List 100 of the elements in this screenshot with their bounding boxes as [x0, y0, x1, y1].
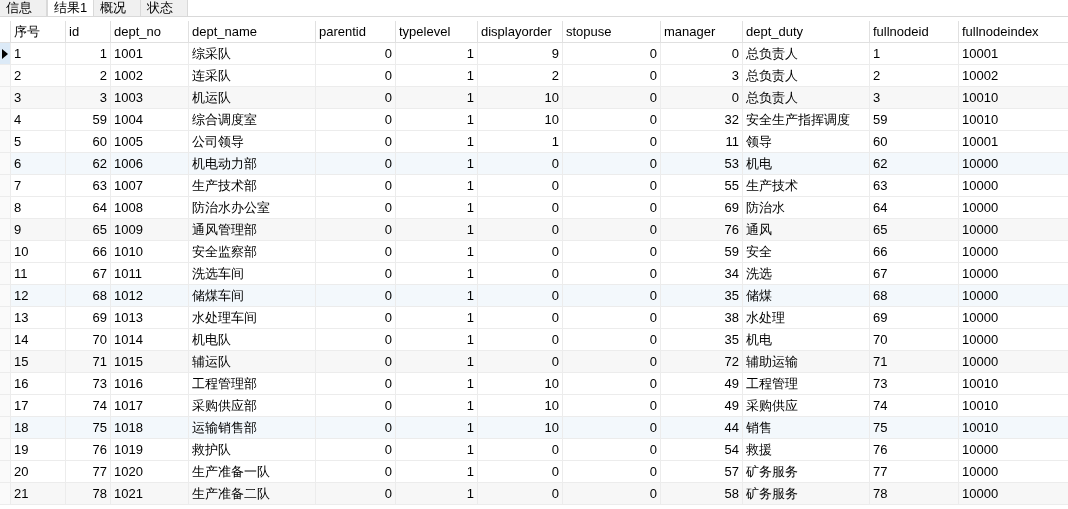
table-cell: 0	[315, 43, 395, 65]
table-cell: 54	[660, 439, 742, 461]
tab[interactable]: 概况	[94, 0, 142, 16]
table-cell: 0	[315, 483, 395, 505]
table-cell: 10000	[958, 219, 1068, 241]
table-cell: 生产技术	[742, 175, 869, 197]
table-cell: 0	[315, 417, 395, 439]
table-cell: 57	[660, 461, 742, 483]
table-cell: 1014	[110, 329, 188, 351]
table-cell: 0	[562, 351, 660, 373]
table-cell: 机电队	[188, 329, 315, 351]
table-cell: 2	[869, 65, 958, 87]
table-cell: 65	[65, 219, 110, 241]
table-cell: 0	[477, 219, 562, 241]
table-cell: 0	[562, 461, 660, 483]
table-cell: 水处理车间	[188, 307, 315, 329]
table-cell: 10000	[958, 307, 1068, 329]
table-cell: 58	[660, 483, 742, 505]
tab[interactable]: 状态	[141, 0, 189, 16]
table-cell: 1	[395, 263, 477, 285]
table-cell: 0	[315, 329, 395, 351]
table-cell: 0	[477, 153, 562, 175]
table-cell: 总负责人	[742, 87, 869, 109]
table-cell: 10	[477, 373, 562, 395]
table-cell: 10	[477, 395, 562, 417]
table-cell: 1001	[110, 43, 188, 65]
table-cell: 0	[660, 87, 742, 109]
table-cell: 1021	[110, 483, 188, 505]
tab[interactable]: 信息	[0, 0, 47, 16]
table-cell: 0	[477, 175, 562, 197]
table-cell: 1003	[110, 87, 188, 109]
table-cell: 辅助运输	[742, 351, 869, 373]
table-cell: 0	[562, 43, 660, 65]
table-cell: 16	[10, 373, 65, 395]
table-cell: 0	[562, 483, 660, 505]
table-cell: 连采队	[188, 65, 315, 87]
table-cell: 73	[869, 373, 958, 395]
table-cell: 1020	[110, 461, 188, 483]
table-cell: 0	[562, 87, 660, 109]
table-cell: 9	[477, 43, 562, 65]
table-cell: 11	[10, 263, 65, 285]
table-cell: 机电	[742, 329, 869, 351]
table-cell: 10001	[958, 131, 1068, 153]
table-cell: 通风管理部	[188, 219, 315, 241]
table-cell: 10010	[958, 417, 1068, 439]
table-cell: 72	[660, 351, 742, 373]
table-cell: 0	[562, 153, 660, 175]
table-cell: 32	[660, 109, 742, 131]
table-cell: 73	[65, 373, 110, 395]
table-cell: 0	[477, 263, 562, 285]
table-cell: 救护队	[188, 439, 315, 461]
table-cell: 0	[562, 373, 660, 395]
table-cell: 59	[65, 109, 110, 131]
table-cell: 62	[869, 153, 958, 175]
table-cell: 辅运队	[188, 351, 315, 373]
table-cell: 1	[395, 175, 477, 197]
table-cell: 0	[315, 219, 395, 241]
table-cell: 1011	[110, 263, 188, 285]
table-cell: 18	[10, 417, 65, 439]
table-cell: 储煤车间	[188, 285, 315, 307]
table-cell: 3	[65, 87, 110, 109]
table-cell: 0	[477, 351, 562, 373]
table-cell: 3	[10, 87, 65, 109]
table-cell: 机运队	[188, 87, 315, 109]
table-cell: 采购供应部	[188, 395, 315, 417]
table-cell: 运输销售部	[188, 417, 315, 439]
table-cell: 1	[395, 417, 477, 439]
table-cell: 10000	[958, 439, 1068, 461]
table-cell: 安全	[742, 241, 869, 263]
table-cell: 0	[315, 87, 395, 109]
table-cell: 1012	[110, 285, 188, 307]
table-cell: 9	[10, 219, 65, 241]
table-cell: 机电动力部	[188, 153, 315, 175]
table-cell: 0	[562, 395, 660, 417]
table-cell: 13	[10, 307, 65, 329]
table-cell: 防治水	[742, 197, 869, 219]
table-cell: 1	[395, 241, 477, 263]
table-cell: 70	[869, 329, 958, 351]
table-cell: 68	[869, 285, 958, 307]
table-cell: 8	[10, 197, 65, 219]
table-cell: 66	[65, 241, 110, 263]
table-cell: 75	[869, 417, 958, 439]
table-cell: 10000	[958, 263, 1068, 285]
table-cell: 1	[10, 43, 65, 65]
table-cell: 0	[315, 461, 395, 483]
table-cell: 6	[10, 153, 65, 175]
table-cell: 0	[315, 65, 395, 87]
table-cell: 0	[315, 175, 395, 197]
table-cell: 10000	[958, 461, 1068, 483]
table-cell: 0	[562, 329, 660, 351]
table-cell: 76	[869, 439, 958, 461]
table-cell: 1017	[110, 395, 188, 417]
table-cell: 20	[10, 461, 65, 483]
row-marker[interactable]	[0, 65, 10, 87]
table-cell: 1009	[110, 219, 188, 241]
table-cell: 0	[562, 65, 660, 87]
table-cell: 10000	[958, 153, 1068, 175]
table-cell: 储煤	[742, 285, 869, 307]
tab[interactable]: 结果1	[47, 0, 95, 16]
table-cell: 0	[315, 131, 395, 153]
